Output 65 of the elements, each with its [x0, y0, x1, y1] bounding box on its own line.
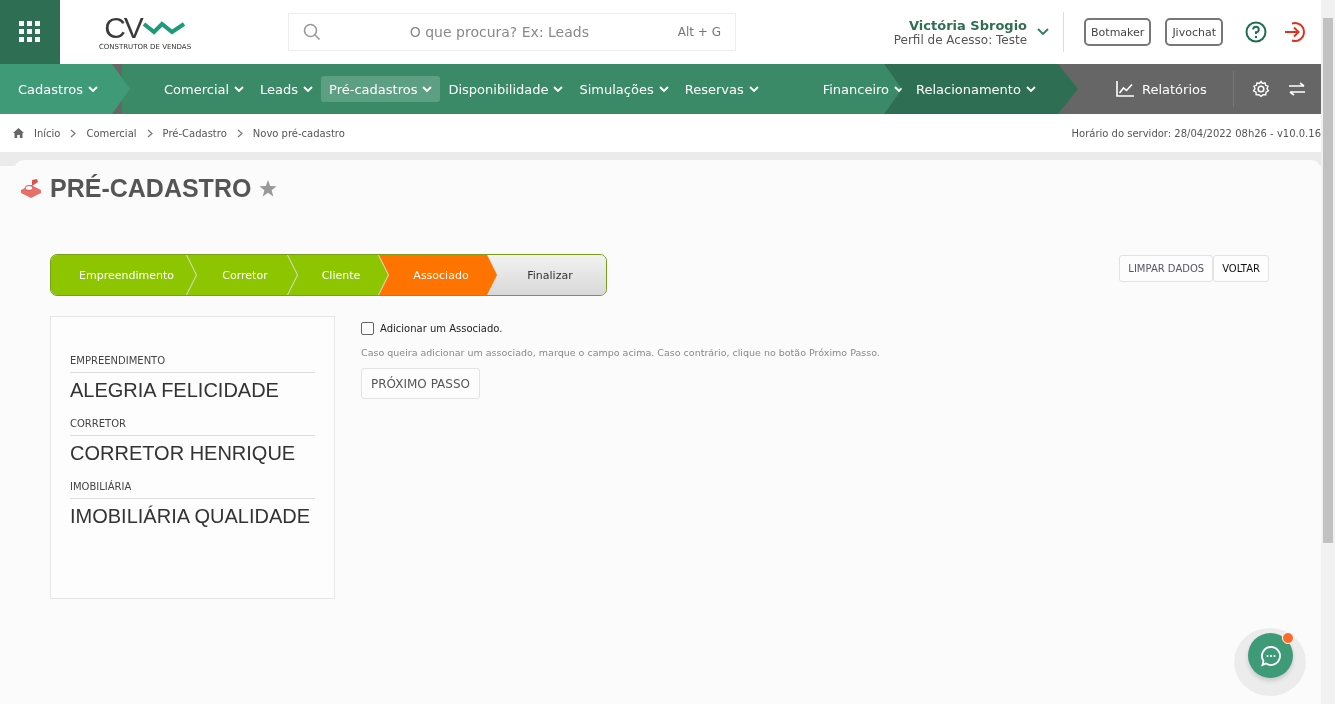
summary-label: CORRETOR [70, 418, 315, 436]
breadcrumb-link[interactable]: Pré-Cadastro [162, 127, 227, 139]
summary-value: CORRETOR HENRIQUE [70, 442, 297, 465]
chevron-down-icon [422, 85, 433, 93]
action-button[interactable]: VOLTAR [1213, 255, 1269, 282]
search-field[interactable]: O que procura? Ex: Leads Alt + G [288, 13, 736, 51]
reports-tab[interactable]: Relatórios [1108, 76, 1215, 102]
menu-tab[interactable]: Reservas [676, 76, 767, 102]
wizard-step: Corretor [187, 255, 297, 295]
summary-label: IMOBILIÁRIA [70, 481, 315, 499]
search-input[interactable]: O que procura? Ex: Leads [329, 23, 670, 41]
chevron-down-icon [748, 85, 759, 93]
chevron-right-icon [70, 128, 77, 138]
wizard-step: Finalizar [488, 255, 606, 295]
menu-tab[interactable]: Leads [252, 76, 322, 102]
user-name[interactable]: Victória Sbrogio [909, 17, 1028, 33]
chevron-down-icon[interactable] [1037, 28, 1050, 36]
menu-tab[interactable]: Comercial [156, 76, 253, 102]
page-title: PRÉ-CADASTRO [50, 173, 252, 203]
integration-button[interactable]: Botmaker [1084, 18, 1152, 46]
chevron-down-icon [1025, 85, 1036, 93]
summary-value: ALEGRIA FELICIDADE [70, 379, 280, 402]
wizard-step: Empreendimento [51, 255, 196, 295]
menu-tab[interactable]: Disponibilidade [440, 76, 572, 102]
chevron-right-icon [146, 128, 153, 138]
settings-icon[interactable] [1251, 80, 1270, 98]
shortcut-hint: Alt + G [677, 25, 721, 39]
menu-tab[interactable]: Pré-cadastros [321, 76, 441, 102]
summary-value: IMOBILIÁRIA QUALIDADE [70, 505, 312, 528]
next-step-button[interactable]: PRÓXIMO PASSO [361, 368, 480, 399]
checkbox[interactable] [361, 322, 374, 335]
grid-icon [19, 21, 41, 43]
menu-tab[interactable]: Simulações [571, 76, 677, 102]
wizard-step: Cliente [288, 255, 388, 295]
help-icon[interactable] [1245, 21, 1267, 43]
logout-icon[interactable] [1283, 21, 1305, 43]
scrollbar[interactable] [1321, 0, 1335, 704]
chevron-right-icon [236, 128, 243, 138]
logo-zigzag-icon [141, 20, 186, 36]
apps-menu-button[interactable] [0, 0, 60, 64]
chevron-down-icon [87, 85, 98, 93]
search-icon [303, 23, 321, 41]
chevron-down-icon [234, 85, 245, 93]
menu-tab[interactable]: Relacionamento [908, 76, 1044, 102]
menu-tab[interactable]: Cadastros [10, 76, 106, 102]
integration-button[interactable]: Jivochat [1165, 18, 1223, 46]
user-profile: Perfil de Acesso: Teste [893, 32, 1028, 47]
breadcrumb-link[interactable]: Comercial [86, 127, 137, 139]
line-chart-icon [1116, 81, 1134, 97]
checkbox-label[interactable]: Adicionar um Associado. [380, 323, 503, 334]
logo-text: CV [104, 13, 142, 43]
home-icon [13, 128, 24, 138]
joystick-icon [20, 178, 42, 198]
summary-label: EMPREENDIMENTO [70, 355, 315, 373]
chevron-down-icon [658, 85, 669, 93]
chevron-down-icon [553, 85, 564, 93]
wizard-step: Associado [379, 255, 497, 295]
star-icon[interactable] [259, 179, 278, 197]
server-time: Horário do servidor: 28/04/2022 08h26 - v10.0.16 [1071, 127, 1321, 139]
action-button[interactable]: LIMPAR DADOS [1119, 255, 1214, 282]
chevron-down-icon [303, 85, 314, 93]
hint-text: Caso queira adicionar um associado, marque o campo acima. Caso contrário, clique no botão Próximo Passo. [361, 347, 880, 358]
breadcrumb-link[interactable]: Início [34, 127, 61, 139]
chat-bubble-icon [1259, 644, 1282, 667]
swap-arrows-icon[interactable] [1287, 82, 1306, 96]
